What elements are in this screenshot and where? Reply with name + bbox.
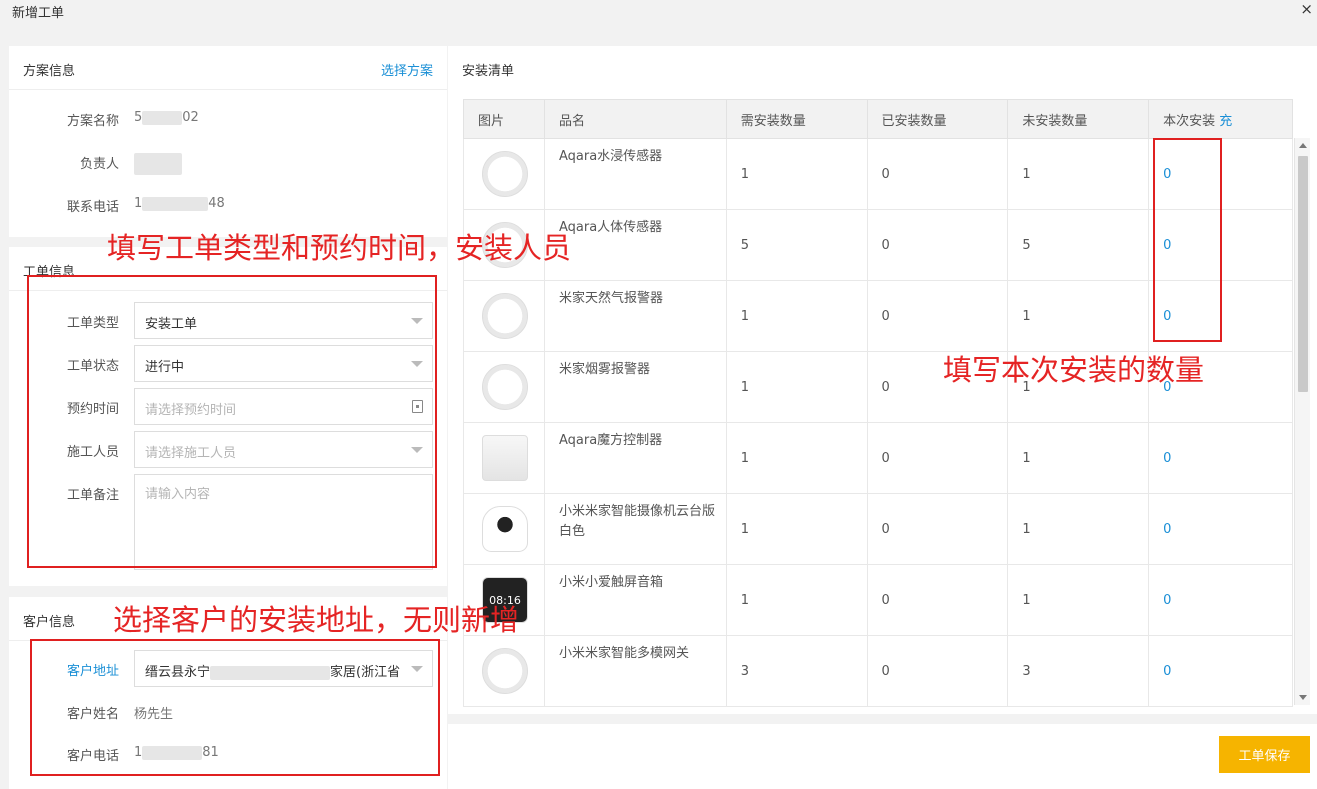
need-qty: 1	[725, 351, 868, 423]
column-header-image: 图片	[463, 99, 545, 139]
need-qty: 1	[725, 422, 868, 494]
plan-phone-row: 联系电话 1 48	[9, 196, 447, 216]
close-icon[interactable]: ×	[1300, 0, 1313, 18]
table-row: 小米米家智能多模网关 3 0 3 0	[463, 635, 1293, 707]
product-name: 小米米家智能摄像机云台版 白色	[543, 493, 727, 565]
product-name: 米家天然气报警器	[543, 280, 727, 352]
smoke-alarm-image	[482, 364, 528, 410]
dialog-title: 新增工单	[12, 6, 65, 21]
product-name: Aqara人体传感器	[543, 209, 727, 281]
cube-controller-image	[482, 435, 528, 481]
plan-phone-label: 联系电话	[66, 200, 119, 215]
fill-all-link[interactable]: 充	[1219, 114, 1232, 129]
table-row: 小米米家智能摄像机云台版 白色 1 0 1 0	[463, 493, 1293, 565]
plan-card-header: 方案信息 选择方案	[9, 46, 447, 90]
need-qty: 3	[725, 635, 868, 707]
current-install-qty[interactable]: 0	[1148, 493, 1293, 565]
gateway-image	[482, 648, 528, 694]
plan-owner-label: 负责人	[79, 157, 119, 172]
table-scrollbar[interactable]	[1294, 138, 1310, 705]
need-qty: 1	[725, 138, 868, 210]
plan-name-row: 方案名称 5 02	[9, 110, 447, 130]
column-header-now: 本次安装 充	[1148, 99, 1293, 139]
order-annotation-text: 填写工单类型和预约时间，安装人员	[107, 231, 572, 265]
left-qty: 1	[1007, 564, 1150, 636]
done-qty: 0	[866, 493, 1009, 565]
scroll-thumb[interactable]	[1298, 156, 1308, 392]
product-name: Aqara水浸传感器	[543, 138, 727, 210]
left-qty: 3	[1007, 635, 1150, 707]
plan-card-title: 方案信息	[23, 64, 76, 79]
customer-card-title: 客户信息	[23, 615, 76, 630]
done-qty: 0	[866, 138, 1009, 210]
order-annotation-box	[27, 275, 437, 568]
water-sensor-image	[482, 151, 528, 197]
table-row: 08:16 小米小爱触屏音箱 1 0 1 0	[463, 564, 1293, 636]
qty-annotation-text: 填写本次安装的数量	[943, 353, 1205, 387]
gas-alarm-image	[482, 293, 528, 339]
column-header-name: 品名	[543, 99, 727, 139]
plan-phone-value: 1 48	[134, 196, 225, 211]
done-qty: 0	[866, 564, 1009, 636]
qty-annotation-box	[1153, 138, 1222, 342]
plan-card: 方案信息 选择方案 方案名称 5 02 负责人 联系电话 1 48	[9, 46, 447, 237]
product-name: 米家烟雾报警器	[543, 351, 727, 423]
left-qty: 5	[1007, 209, 1150, 281]
scroll-down-icon[interactable]	[1299, 695, 1307, 700]
plan-name-label: 方案名称	[66, 114, 119, 129]
install-list-title: 安装清单	[462, 64, 515, 79]
save-order-button[interactable]: 工单保存	[1219, 736, 1310, 773]
table-row: Aqara魔方控制器 1 0 1 0	[463, 422, 1293, 494]
customer-annotation-box	[30, 639, 440, 776]
dialog-titlebar: 新增工单 ×	[0, 0, 1317, 30]
customer-annotation-text: 选择客户的安装地址，无则新增	[113, 603, 520, 637]
need-qty: 1	[725, 564, 868, 636]
done-qty: 0	[866, 209, 1009, 281]
plan-owner-row: 负责人	[9, 153, 447, 175]
product-name: 小米米家智能多模网关	[543, 635, 727, 707]
current-install-qty[interactable]: 0	[1148, 422, 1293, 494]
left-qty: 1	[1007, 422, 1150, 494]
current-install-qty[interactable]: 0	[1148, 564, 1293, 636]
column-header-need: 需安装数量	[725, 99, 868, 139]
select-plan-link[interactable]: 选择方案	[381, 60, 433, 79]
install-list-header: 安装清单	[448, 46, 1317, 90]
need-qty: 1	[725, 493, 868, 565]
done-qty: 0	[866, 280, 1009, 352]
camera-image	[482, 506, 528, 552]
scroll-up-icon[interactable]	[1299, 143, 1307, 148]
plan-owner-value	[134, 153, 182, 175]
table-header-row: 图片 品名 需安装数量 已安装数量 未安装数量 本次安装 充	[463, 99, 1293, 139]
need-qty: 5	[725, 209, 868, 281]
column-header-left: 未安装数量	[1007, 99, 1150, 139]
done-qty: 0	[866, 635, 1009, 707]
plan-name-value: 5 02	[134, 110, 199, 125]
column-header-done: 已安装数量	[866, 99, 1009, 139]
product-name: Aqara魔方控制器	[543, 422, 727, 494]
need-qty: 1	[725, 280, 868, 352]
current-install-qty[interactable]: 0	[1148, 635, 1293, 707]
product-name: 小米小爱触屏音箱	[543, 564, 727, 636]
done-qty: 0	[866, 422, 1009, 494]
left-qty: 1	[1007, 280, 1150, 352]
left-qty: 1	[1007, 493, 1150, 565]
left-qty: 1	[1007, 138, 1150, 210]
footer-bar	[448, 724, 1317, 789]
